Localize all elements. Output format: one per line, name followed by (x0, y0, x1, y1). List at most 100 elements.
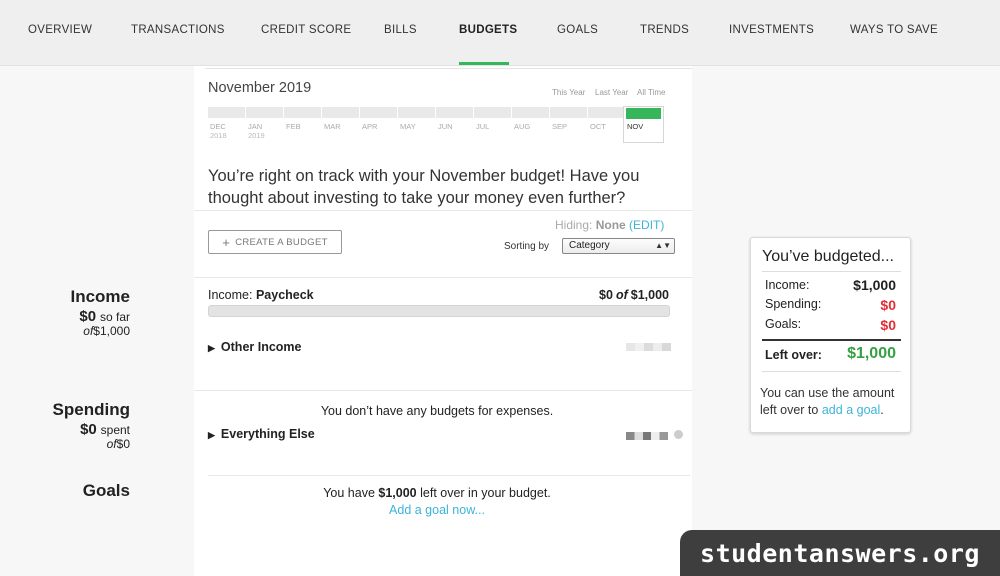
timeline-top-border (205, 68, 692, 69)
summary-title-rule (762, 271, 901, 272)
nav-budgets[interactable]: BUDGETS (459, 24, 517, 36)
nav-bills[interactable]: BILLS (384, 24, 417, 36)
summary-total-rule (762, 339, 901, 341)
month-bar[interactable] (322, 107, 359, 118)
month-label: JUL (476, 122, 490, 131)
goals-side-title: Goals (82, 481, 130, 500)
caret-right-icon: ▶ (208, 343, 215, 353)
month-label: SEP (552, 122, 568, 131)
spending-side-title: Spending (52, 400, 130, 419)
spending-side-value: $0 (80, 421, 97, 438)
other-income-toggle[interactable]: ▶ Other Income (208, 340, 302, 354)
month-label: FEB (286, 122, 301, 131)
month-label: MAY (400, 122, 416, 131)
message-divider (194, 210, 692, 211)
plus-icon: + (222, 234, 231, 250)
summary-income-label: Income: (765, 278, 810, 292)
spending-side-total: $0 (116, 437, 130, 451)
summary-note: You can use the amount left over to add … (760, 385, 908, 419)
sorting-select[interactable]: Category ▲▼ (562, 238, 675, 254)
month-bar[interactable] (398, 107, 435, 118)
income-row-name: Paycheck (255, 288, 314, 302)
month-label: JUN (438, 122, 453, 131)
month-bar[interactable] (208, 107, 245, 118)
spending-divider (208, 475, 690, 476)
other-income-blurred-value (626, 343, 671, 351)
nav-investments[interactable]: INVESTMENTS (729, 24, 814, 36)
income-side-title: Income (70, 287, 130, 306)
nav-ways-to-save[interactable]: WAYS TO SAVE (850, 24, 938, 36)
month-label: JAN 2019 (248, 122, 265, 140)
income-row-of: of (615, 288, 628, 302)
create-budget-label: CREATE A BUDGET (235, 236, 328, 248)
sorting-value: Category (569, 240, 610, 251)
income-row-prefix: Income: (208, 288, 253, 302)
spending-side-of: of (106, 437, 117, 451)
leftover-pre: You have (323, 486, 375, 500)
month-label-selected: NOV (627, 122, 644, 131)
nav-credit-score[interactable]: CREDIT SCORE (261, 24, 351, 36)
month-bar[interactable] (246, 107, 283, 118)
everything-else-toggle[interactable]: ▶ Everything Else (208, 427, 315, 441)
month-bar[interactable] (512, 107, 549, 118)
month-bar[interactable] (284, 107, 321, 118)
month-year-label: 2019 (248, 131, 265, 140)
summary-leftover-value: $1,000 (847, 345, 896, 362)
everything-else-label: Everything Else (220, 427, 315, 441)
active-tab-indicator (459, 62, 509, 65)
summary-note-rule (762, 371, 901, 372)
add-goal-link[interactable]: Add a goal now... (194, 503, 680, 517)
leftover-message: You have $1,000 left over in your budget… (194, 486, 680, 500)
income-side-value: $0 (79, 308, 97, 325)
month-bar[interactable] (550, 107, 587, 118)
spending-side-suffix: spent (100, 423, 130, 437)
updown-arrows-icon: ▲▼ (655, 241, 671, 250)
range-this-year[interactable]: This Year (552, 88, 585, 97)
month-label: AUG (514, 122, 531, 131)
no-expense-budgets-message: You don’t have any budgets for expenses. (320, 404, 554, 418)
circle-icon[interactable] (674, 430, 683, 439)
income-side-total: $1,000 (93, 324, 130, 338)
nav-transactions[interactable]: TRANSACTIONS (131, 24, 225, 36)
range-last-year[interactable]: Last Year (595, 88, 628, 97)
nav-overview[interactable]: OVERVIEW (28, 24, 92, 36)
hiding-status: Hiding: None (EDIT) (555, 218, 664, 232)
summary-spending-value: $0 (880, 297, 896, 313)
hiding-edit-link[interactable]: (EDIT) (629, 218, 664, 232)
month-bar[interactable] (436, 107, 473, 118)
month-label: MAR (324, 122, 341, 131)
month-label: APR (362, 122, 378, 131)
month-bar[interactable] (588, 107, 625, 118)
income-row-label[interactable]: Income: Paycheck (208, 288, 314, 302)
range-all-time[interactable]: All Time (637, 88, 665, 97)
month-bar[interactable] (360, 107, 397, 118)
caret-right-icon: ▶ (208, 430, 215, 440)
hiding-value: None (595, 218, 626, 232)
summary-note-post: . (880, 403, 884, 417)
income-progress-bar (208, 305, 670, 317)
month-bar[interactable] (474, 107, 511, 118)
other-income-label: Other Income (220, 340, 302, 354)
month-label: OCT (590, 122, 606, 131)
month-label: DEC 2018 (210, 122, 227, 140)
hiding-label: Hiding: (555, 218, 593, 232)
income-row-total: $1,000 (630, 288, 669, 302)
summary-leftover-label: Left over: (765, 348, 822, 362)
nav-trends[interactable]: TRENDS (640, 24, 689, 36)
leftover-amount: $1,000 (378, 486, 417, 500)
budget-summary-card: You’ve budgeted... Income: $1,000 Spendi… (750, 237, 911, 433)
leftover-post: left over in your budget. (420, 486, 551, 500)
controls-divider (194, 277, 692, 278)
summary-spending-label: Spending: (765, 297, 822, 311)
spending-side-amount: $0 spent of$0 (80, 421, 130, 451)
income-row-amount: $0 of $1,000 (599, 288, 669, 302)
summary-title: You’ve budgeted... (762, 248, 894, 265)
summary-income-value: $1,000 (853, 277, 896, 293)
month-year-label: 2018 (210, 131, 227, 140)
nav-goals[interactable]: GOALS (557, 24, 598, 36)
summary-goals-link[interactable]: Goals: (765, 317, 801, 331)
summary-add-goal-link[interactable]: add a goal (822, 403, 880, 417)
create-budget-button[interactable]: + CREATE A BUDGET (208, 230, 342, 254)
income-side-of: of (83, 324, 94, 338)
sorting-label: Sorting by (504, 241, 550, 252)
